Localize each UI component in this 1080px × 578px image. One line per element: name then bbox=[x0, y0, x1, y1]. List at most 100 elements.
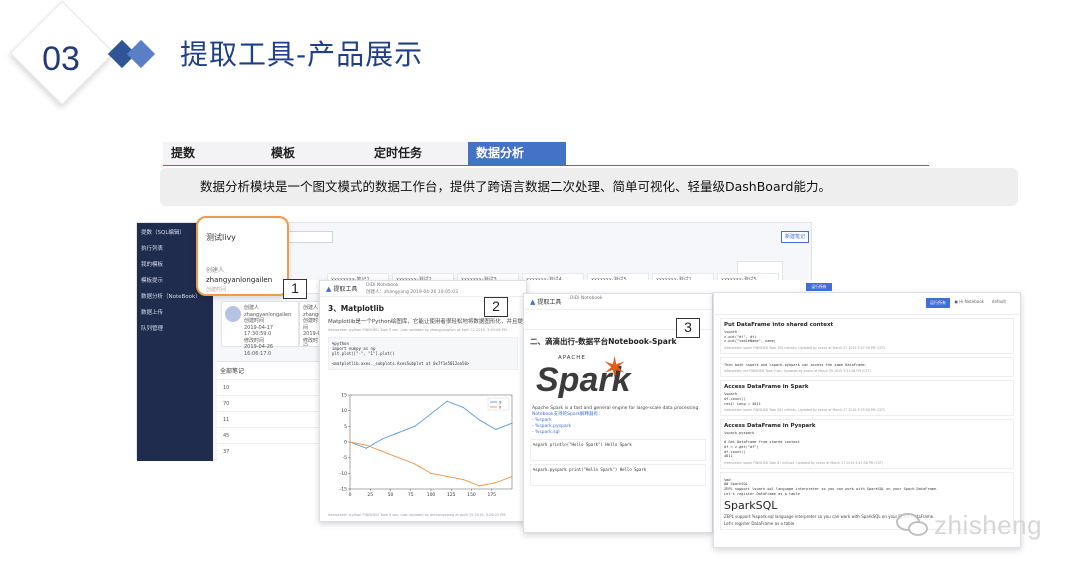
data-point-y bbox=[479, 419, 481, 421]
popup-title: 测试livy bbox=[206, 233, 236, 242]
code-cell[interactable]: %python import numpy as np plt.plot(["-"… bbox=[328, 337, 518, 370]
data-point-y bbox=[398, 432, 400, 434]
panel-header: ▲ 提取工具 DiDi Notebook 创建人：zhangyang 2019-0… bbox=[320, 281, 526, 297]
paragraph-meta: Interpreter: md FINISHED Took 0 sec. Upd… bbox=[724, 369, 871, 374]
paragraph-cell[interactable]: Access DataFrame in Spark %spark df.coun… bbox=[720, 380, 1014, 417]
tab-bar: 提数 模板 定时任务 数据分析 bbox=[163, 142, 929, 166]
paragraph-meta: Interpreter: spark FINISHED Took 261 mil… bbox=[724, 408, 886, 413]
x-tick-label: 150 bbox=[467, 492, 476, 498]
sidebar-item[interactable]: 数据上传 bbox=[137, 305, 213, 321]
default-select[interactable]: default bbox=[992, 299, 1006, 304]
wechat-icon bbox=[896, 511, 930, 539]
panel-header-label: 提取工具 bbox=[537, 299, 562, 306]
sidebar-item[interactable]: 队列管理 bbox=[137, 321, 213, 337]
data-point-y bbox=[495, 428, 497, 431]
panel-meta-sub: 创建人：zhangyang 2019-04-26 10:05:03 bbox=[366, 290, 459, 295]
popup-label: 创建人 bbox=[206, 267, 225, 274]
owner-line: 2019-04-17 17:30:59.0 bbox=[244, 324, 274, 338]
panel-meta: DiDi Notebook 创建人：zhangyang 2019-04-26 1… bbox=[366, 282, 458, 296]
section-badge: 03 bbox=[6, 0, 124, 122]
new-note-button[interactable]: 新建笔记 bbox=[781, 231, 809, 243]
watermark: zhisheng bbox=[896, 505, 1042, 545]
y-tick-label: -10 bbox=[340, 471, 347, 477]
paragraph-title: Access DataFrame in Spark bbox=[724, 384, 809, 391]
list-item[interactable]: 10 bbox=[217, 379, 327, 395]
spark-star-icon: ✶ bbox=[602, 351, 628, 386]
step-number: 3 bbox=[676, 318, 700, 338]
y-tick-label: 15 bbox=[341, 393, 347, 399]
data-point-x bbox=[511, 475, 513, 478]
x-tick-label: 0 bbox=[349, 492, 352, 498]
series-line-x bbox=[349, 441, 513, 487]
list-item[interactable]: 70 bbox=[217, 395, 327, 411]
note-popup[interactable]: 测试livy 创建人 zhangyanlongailen 创建时间 bbox=[196, 216, 289, 296]
x-tick-label: 25 bbox=[367, 492, 373, 498]
x-tick-label: 125 bbox=[447, 492, 456, 498]
x-tick-label: 175 bbox=[487, 492, 496, 498]
y-tick-label: 5 bbox=[344, 424, 347, 430]
panel-header: ▲ 提取工具 DiDi Notebook bbox=[524, 294, 712, 310]
data-point-y bbox=[414, 425, 416, 427]
data-point-x bbox=[430, 472, 432, 474]
code-cell[interactable]: %spark.pyspark print("Hello Spark") Hell… bbox=[530, 464, 706, 486]
popup-sub: 创建时间 bbox=[206, 287, 227, 293]
data-point-x bbox=[365, 444, 367, 446]
paragraph-cell[interactable]: Then both %spark and %spark.pyspark can … bbox=[720, 356, 1014, 378]
module-description: 数据分析模块是一个图文模式的数据工作台，提供了跨语言数据二次处理、简单可视化、轻… bbox=[160, 168, 1018, 206]
data-point-x bbox=[398, 457, 400, 459]
y-tick-label: -15 bbox=[340, 487, 347, 493]
paragraph-meta: Interpreter: python FINISHED Took 0 sec.… bbox=[328, 328, 508, 332]
tab-scheduled-task[interactable]: 定时任务 bbox=[366, 142, 468, 165]
data-point-x bbox=[479, 485, 481, 487]
data-point-y bbox=[446, 400, 448, 402]
spark-logo: APACHE Spark ✶ bbox=[530, 351, 706, 403]
paragraph-cell[interactable]: Put DataFrame into shared context %spark… bbox=[720, 318, 1014, 354]
status-label: ● Hi-Notebook bbox=[954, 299, 984, 304]
paragraph-code: %md ## SparkSQL ZEPL support %spark.sql … bbox=[724, 477, 939, 496]
panel-meta-title: DiDi Notebook bbox=[366, 283, 399, 288]
list-item[interactable]: 11 bbox=[217, 411, 327, 427]
series-line-y bbox=[349, 400, 513, 449]
section-number: 03 bbox=[42, 40, 80, 78]
data-point-y bbox=[511, 422, 513, 424]
data-point-y bbox=[430, 413, 432, 415]
paragraph-code: %spark df.count() res1: Long = 4011 bbox=[724, 392, 761, 406]
all-notes-list: 全部笔记 10 70 11 45 37 bbox=[217, 361, 327, 461]
data-point-y bbox=[462, 406, 464, 409]
step-number: 2 bbox=[484, 297, 508, 317]
interpreter-item[interactable]: - %spark.sql bbox=[524, 430, 712, 436]
paragraph-cell[interactable]: Access DataFrame in Pyspark %spark.pyspa… bbox=[720, 419, 1014, 469]
x-tick-label: 50 bbox=[388, 492, 394, 498]
panel-header-label: 提取工具 bbox=[333, 286, 358, 293]
y-tick-label: 10 bbox=[341, 408, 347, 414]
paragraph-meta: Interpreter: spark FINISHED Took 700 mil… bbox=[724, 345, 886, 350]
note-owner-card[interactable]: 创建人 zhangyanlongailen 创建时间 2019-04-17 17… bbox=[221, 301, 299, 357]
section-text: Matplotlib是一个Python绘图库，它能让使用者很轻松地将数据图形化，… bbox=[328, 319, 526, 325]
data-point-x bbox=[462, 479, 464, 481]
data-point-x bbox=[446, 475, 448, 478]
line-chart: -15-10-50510150 25 50 75 100 125 150 175yx bbox=[340, 393, 513, 498]
tab-data-analysis[interactable]: 数据分析 bbox=[468, 142, 566, 165]
popup-user: zhangyanlongailen bbox=[206, 276, 273, 284]
diamond-arrow-icon bbox=[126, 39, 156, 69]
run-all-button[interactable]: 运行所有 bbox=[926, 298, 950, 308]
run-all-button[interactable]: 运行所有 bbox=[806, 283, 832, 291]
panel-meta-title: DiDi Notebook bbox=[570, 296, 603, 301]
tab-template[interactable]: 模板 bbox=[263, 142, 366, 165]
list-item[interactable]: 45 bbox=[217, 427, 327, 443]
paragraph-code: %spark.pyspark # Get DataFrame from shar… bbox=[724, 431, 800, 459]
data-point-y bbox=[365, 447, 367, 449]
y-tick-label: 0 bbox=[344, 440, 347, 446]
paragraph-meta: Interpreter: spark FINISHED Took 87 mill… bbox=[724, 460, 884, 465]
spark-description: Apache Spark is a fast and general engin… bbox=[532, 406, 700, 411]
data-point-x bbox=[414, 463, 416, 465]
paragraph-title: Put DataFrame into shared context bbox=[724, 322, 834, 328]
data-point-y bbox=[381, 438, 383, 440]
list-item[interactable]: 37 bbox=[217, 443, 327, 459]
x-tick-label: 100 bbox=[427, 492, 436, 498]
paragraph-code: Then both %spark and %spark.pyspark can … bbox=[724, 362, 867, 367]
notebook-icon: ▲ bbox=[326, 285, 332, 293]
tab-tishu[interactable]: 提数 bbox=[163, 142, 263, 165]
code-cell[interactable]: %spark println("Hello Spark") Hello Spar… bbox=[530, 439, 706, 461]
x-tick-label: 75 bbox=[408, 492, 414, 498]
